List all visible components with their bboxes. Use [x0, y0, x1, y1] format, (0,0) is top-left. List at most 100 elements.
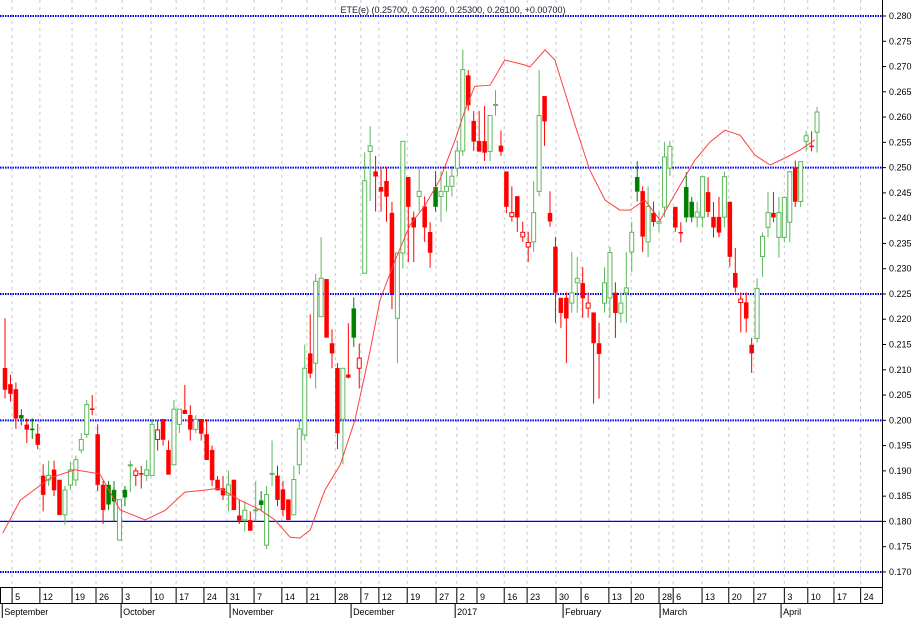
- candle-body: [466, 75, 471, 106]
- candle-body: [776, 212, 782, 238]
- y-tick-label: 0.220: [889, 314, 912, 324]
- y-tick-label: 0.205: [889, 390, 912, 400]
- candle: [329, 329, 335, 369]
- price-axis: 0.280 0.275 0.270 0.265 0.260 0.255 0.250 0.245…: [882, 0, 912, 587]
- candle-body: [346, 374, 351, 378]
- candle-body: [89, 408, 95, 410]
- x-tick-label: 20: [732, 592, 742, 602]
- candle-body: [438, 190, 444, 197]
- candle-body: [204, 434, 209, 460]
- candle-body: [182, 409, 188, 414]
- candle-body: [498, 145, 504, 152]
- candle: [220, 475, 226, 501]
- candle: [416, 166, 422, 212]
- candle: [591, 312, 596, 404]
- x-tick-label: 23: [530, 592, 540, 602]
- candle: [351, 297, 357, 348]
- month-label: September: [4, 607, 48, 617]
- candle-body: [367, 145, 373, 152]
- candle-body: [95, 434, 100, 485]
- candle-body: [449, 175, 455, 187]
- candle: [335, 363, 340, 450]
- x-tick-label: 7: [364, 592, 369, 602]
- candle-body: [596, 343, 602, 354]
- candle: [498, 130, 504, 156]
- candle-body: [351, 308, 357, 338]
- x-tick-label: 10: [154, 592, 164, 602]
- candle-body: [269, 472, 275, 475]
- candle-body: [286, 499, 291, 521]
- candle-body: [258, 500, 264, 505]
- candle-body: [253, 509, 259, 512]
- candlestick-chart: 0.280 0.275 0.270 0.265 0.260 0.255 0.250 0.245…: [0, 0, 912, 618]
- x-tick-label: 6: [676, 592, 681, 602]
- candle: [373, 155, 378, 212]
- candle: [237, 500, 242, 524]
- candle: [678, 222, 684, 243]
- candle-body: [553, 246, 558, 293]
- x-tick-label: 10: [811, 592, 821, 602]
- candle-body: [694, 211, 700, 218]
- candle-body: [536, 115, 542, 192]
- candle: [127, 460, 133, 493]
- candle-body: [651, 212, 656, 222]
- candle-body: [264, 494, 270, 546]
- candle-body: [307, 353, 313, 374]
- candle: [204, 419, 209, 460]
- candle: [542, 96, 547, 146]
- candle: [656, 211, 662, 232]
- candle-body: [2, 368, 8, 390]
- candle: [198, 419, 204, 441]
- candle-body: [814, 111, 820, 133]
- x-tick-label: 3: [787, 592, 792, 602]
- candle: [286, 499, 291, 521]
- candle-body: [100, 484, 106, 511]
- candle: [100, 480, 106, 524]
- candle: [242, 501, 248, 532]
- candle: [569, 252, 575, 313]
- y-tick-label: 0.185: [889, 491, 912, 501]
- candle: [449, 166, 455, 197]
- candle-body: [645, 206, 651, 243]
- candle-body: [188, 415, 193, 430]
- candle: [515, 196, 520, 232]
- candle: [182, 384, 188, 414]
- x-tick-label: 27: [757, 592, 767, 602]
- candle-body: [520, 231, 526, 238]
- candle: [525, 231, 531, 263]
- candle-body: [634, 176, 640, 192]
- candle-body: [602, 282, 607, 304]
- candle-body: [427, 232, 433, 253]
- candle: [346, 323, 351, 379]
- candle-body: [667, 145, 673, 169]
- candle-body: [640, 191, 645, 237]
- candle-body: [127, 464, 133, 467]
- candle-body: [721, 176, 727, 218]
- x-tick-label: 6: [584, 592, 589, 602]
- y-tick-label: 0.200: [889, 415, 912, 425]
- candle: [19, 409, 24, 426]
- candle: [727, 201, 733, 267]
- candle-body: [24, 424, 30, 430]
- candles: [2, 49, 820, 550]
- candle-body: [30, 428, 35, 431]
- candle-body: [356, 357, 362, 369]
- candle: [705, 177, 711, 218]
- candle: [84, 400, 90, 439]
- candle: [160, 419, 166, 446]
- candle-body: [743, 302, 749, 319]
- candle-body: [716, 216, 722, 233]
- candle: [798, 161, 804, 208]
- candle: [291, 465, 297, 516]
- candle: [149, 420, 155, 476]
- candle-body: [809, 145, 814, 148]
- candle-body: [400, 140, 406, 254]
- candle-body: [275, 475, 280, 500]
- candle: [139, 465, 144, 489]
- candle-body: [700, 176, 706, 218]
- x-tick-label: 14: [285, 592, 295, 602]
- candle-body: [318, 277, 324, 318]
- x-tick-label: 19: [75, 592, 85, 602]
- candle: [574, 257, 580, 313]
- candle: [716, 196, 722, 238]
